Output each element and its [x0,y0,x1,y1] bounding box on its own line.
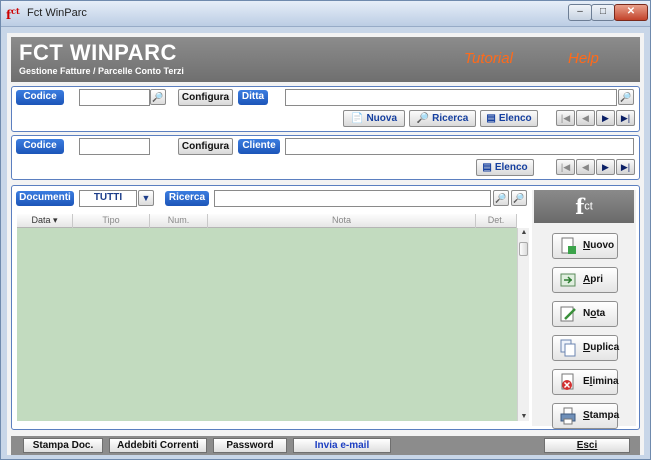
next-record-button[interactable]: ▶ [596,159,615,175]
search-icon[interactable]: 🔎 [618,89,634,105]
fct-logo: fct [534,190,634,223]
nuovo-button[interactable]: Nuovo [552,233,618,259]
documenti-label: Documenti [16,191,74,206]
search-icon[interactable]: 🔎 [150,89,166,105]
cliente-input[interactable] [285,138,634,155]
stampa-doc-button[interactable]: Stampa Doc. [23,438,103,453]
addebiti-correnti-button[interactable]: Addebiti Correnti [109,438,207,453]
column-data[interactable]: Data ▾ [17,214,73,228]
nota-button[interactable]: Nota [552,301,618,327]
maximize-button[interactable]: □ [591,4,615,21]
scroll-up-icon[interactable]: ▲ [518,229,530,236]
ricerca-button[interactable]: 🔎 Ricerca [409,110,476,127]
codice-label: Codice [16,90,64,105]
title-bar[interactable]: fct Fct WinParc – □ ✕ [1,1,650,27]
elimina-button[interactable]: Elimina [552,369,619,395]
documents-search-input[interactable] [214,190,491,207]
ditta-panel: Codice 🔎 Configura Ditta 🔎 📄 Nuova 🔎 Ricer… [11,86,640,132]
cliente-codice-input[interactable] [79,138,150,155]
first-record-button[interactable]: |◀ [556,110,575,126]
help-link[interactable]: Help [568,50,599,67]
nuova-button[interactable]: 📄 Nuova [343,110,405,127]
documents-grid-header: Data ▾ Tipo Num. Nota Det. [17,214,517,228]
column-tipo[interactable]: Tipo [73,214,150,228]
prev-record-button[interactable]: ◀ [576,159,595,175]
delete-icon [561,373,574,390]
password-button[interactable]: Password [213,438,287,453]
list-icon: ▤ [486,113,496,124]
configura-ditta-button[interactable]: Configura [178,89,233,106]
search-icon: 🔎 [416,113,430,124]
scroll-down-icon[interactable]: ▼ [518,413,530,420]
invia-email-button[interactable]: Invia e-mail [293,438,391,453]
search-icon[interactable]: 🔎 [493,190,509,206]
column-nota[interactable]: Nota [208,214,476,228]
cliente-panel: Codice Configura Cliente ▤ Elenco |◀ ◀ ▶ … [11,135,640,180]
esci-button[interactable]: Esci [544,438,630,453]
client-area: FCT WINPARC Gestione Fatture / Parcelle … [7,33,644,455]
app-window: fct Fct WinParc – □ ✕ FCT WINPARC Gestio… [0,0,651,460]
app-subtitle: Gestione Fatture / Parcelle Conto Terzi [19,66,184,76]
actions-sidebar: fct Nuovo Apri Nota Duplica Elimina Stam… [532,190,636,429]
stampa-button[interactable]: Stampa [552,403,619,429]
configura-cliente-button[interactable]: Configura [178,138,233,155]
first-record-button[interactable]: |◀ [556,159,575,175]
ricerca-label: Ricerca [165,191,209,206]
column-num[interactable]: Num. [150,214,208,228]
app-icon: fct [6,6,20,22]
prev-record-button[interactable]: ◀ [576,110,595,126]
ditta-label: Ditta [238,90,268,105]
documents-panel: Documenti TUTTI ▼ Ricerca 🔎 🔎 Data ▾ Tip… [11,185,640,430]
duplicate-icon [560,339,576,357]
minimize-button[interactable]: – [568,4,592,21]
open-document-icon [560,273,576,287]
last-record-button[interactable]: ▶| [616,110,635,126]
elenco-clienti-button[interactable]: ▤ Elenco [476,159,534,176]
clear-search-icon[interactable]: 🔎 [511,190,527,206]
apri-button[interactable]: Apri [552,267,618,293]
tutorial-link[interactable]: Tutorial [464,50,513,67]
documents-scrollbar[interactable]: ▲ ▼ [517,228,529,421]
chevron-down-icon[interactable]: ▼ [138,190,154,206]
column-det[interactable]: Det. [476,214,517,228]
ditta-codice-input[interactable] [79,89,150,106]
new-document-icon: 📄 [350,113,364,124]
list-icon: ▤ [482,162,492,173]
elenco-button[interactable]: ▤ Elenco [480,110,538,127]
header-banner: FCT WINPARC Gestione Fatture / Parcelle … [11,37,640,82]
close-button[interactable]: ✕ [614,4,648,21]
duplica-button[interactable]: Duplica [552,335,619,361]
app-title: FCT WINPARC [19,40,177,65]
last-record-button[interactable]: ▶| [616,159,635,175]
codice-label: Codice [16,139,64,154]
printer-icon [560,407,576,425]
note-edit-icon [560,306,576,322]
documents-grid[interactable] [17,228,517,421]
scroll-thumb[interactable] [519,242,528,256]
documents-filter-select[interactable]: TUTTI [79,190,137,207]
window-title: Fct WinParc [27,7,87,19]
new-document-icon [561,237,576,254]
ditta-input[interactable] [285,89,617,106]
next-record-button[interactable]: ▶ [596,110,615,126]
cliente-label: Cliente [238,139,280,154]
bottom-toolbar: Stampa Doc. Addebiti Correnti Password I… [11,436,640,455]
